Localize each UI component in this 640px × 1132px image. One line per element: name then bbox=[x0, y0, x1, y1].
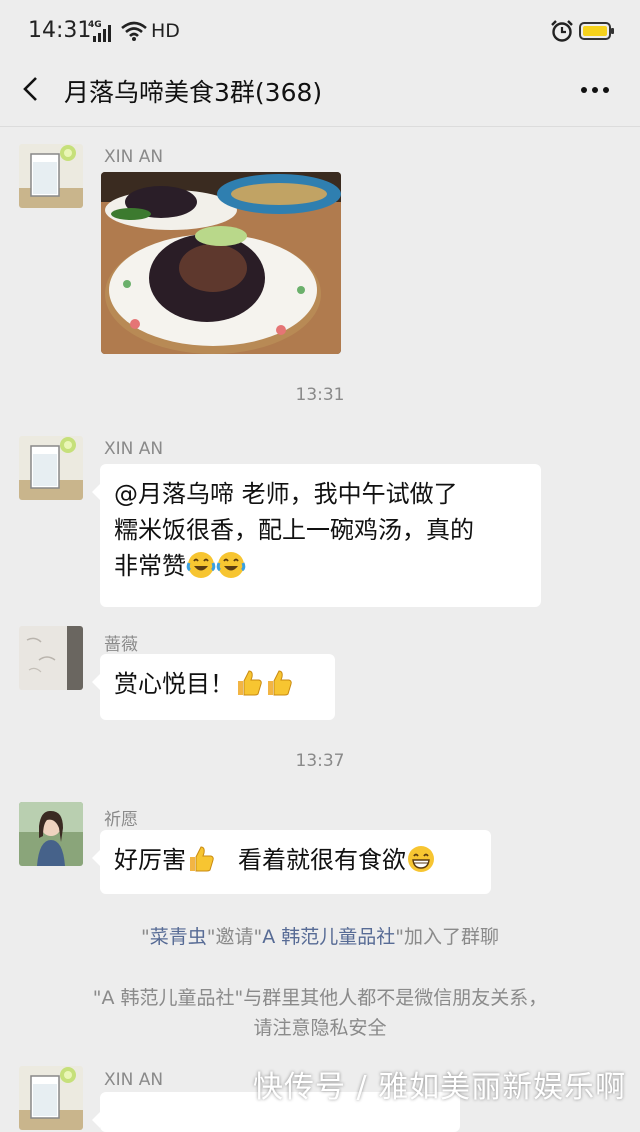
sender-name: XIN AN bbox=[104, 147, 164, 167]
message-text-line: 糯米饭很香，配上一碗鸡汤，真的 bbox=[114, 516, 474, 544]
invitee-link[interactable]: A 韩范儿童品社 bbox=[262, 926, 395, 948]
avatar[interactable] bbox=[19, 1066, 83, 1130]
chat-title: 月落乌啼美食3群(368) bbox=[64, 78, 323, 107]
avatar[interactable] bbox=[19, 436, 83, 500]
privacy-notice-line: "A 韩范儿童品社"与群里其他人都不是微信朋友关系， bbox=[92, 987, 548, 1009]
wifi-icon bbox=[121, 21, 147, 41]
grinning-emoji-icon bbox=[408, 846, 434, 872]
invite-verb: 邀请 bbox=[215, 926, 254, 948]
status-time: 14:31 bbox=[28, 18, 92, 43]
message-text: 赏心悦目！ bbox=[114, 670, 234, 698]
alarm-icon bbox=[551, 20, 573, 42]
tears-of-joy-emoji-icon bbox=[186, 552, 216, 578]
battery-icon bbox=[579, 22, 614, 40]
system-privacy-notice: "A 韩范儿童品社"与群里其他人都不是微信朋友关系， 请注意隐私安全 bbox=[0, 983, 640, 1043]
avatar[interactable] bbox=[19, 802, 83, 866]
message-bubble[interactable]: 赏心悦目！ bbox=[92, 654, 335, 720]
sender-name: 祈愿 bbox=[104, 810, 138, 830]
hd-indicator: HD bbox=[151, 20, 180, 42]
avatar[interactable] bbox=[19, 626, 83, 690]
sender-name: 蔷薇 bbox=[104, 635, 138, 655]
thumbs-up-emoji-icon bbox=[190, 846, 214, 872]
chat-header: 月落乌啼美食3群(368) bbox=[0, 64, 640, 127]
message-text: 非常赞 bbox=[114, 552, 186, 580]
sender-name: XIN AN bbox=[104, 439, 164, 459]
signal-icon bbox=[93, 25, 111, 42]
watermark: 快传号 / 雅如美丽新娱乐啊 bbox=[253, 1070, 627, 1105]
inviter-link[interactable]: 菜青虫 bbox=[150, 926, 207, 948]
message-text-line: 非常赞 bbox=[114, 548, 527, 584]
more-options-icon[interactable] bbox=[578, 76, 612, 104]
thumbs-up-emoji-icon bbox=[268, 670, 292, 696]
timestamp: 13:37 bbox=[295, 751, 345, 771]
message-text-line: @月落乌啼 老师，我中午试做了 bbox=[114, 480, 458, 508]
timestamp: 13:31 bbox=[295, 385, 345, 405]
tears-of-joy-emoji-icon bbox=[216, 552, 246, 578]
back-arrow-icon[interactable] bbox=[18, 75, 46, 103]
privacy-notice-line: 请注意隐私安全 bbox=[253, 1017, 387, 1039]
thumbs-up-emoji-icon bbox=[238, 670, 262, 696]
status-bar: 14:31 4G HD bbox=[0, 0, 640, 64]
food-photo[interactable] bbox=[101, 172, 341, 354]
message-bubble[interactable]: 好厉害 看着就很有食欲 bbox=[92, 830, 491, 894]
message-text: 好厉害 bbox=[114, 846, 186, 874]
sender-name: XIN AN bbox=[104, 1070, 164, 1090]
invite-suffix: 加入了群聊 bbox=[404, 926, 500, 948]
avatar[interactable] bbox=[19, 144, 83, 208]
message-bubble[interactable]: @月落乌啼 老师，我中午试做了 糯米饭很香，配上一碗鸡汤，真的 非常赞 bbox=[92, 464, 541, 607]
message-text: 看着就很有食欲 bbox=[238, 846, 406, 874]
system-invite-message: "菜青虫"邀请"A 韩范儿童品社"加入了群聊 bbox=[140, 926, 500, 948]
